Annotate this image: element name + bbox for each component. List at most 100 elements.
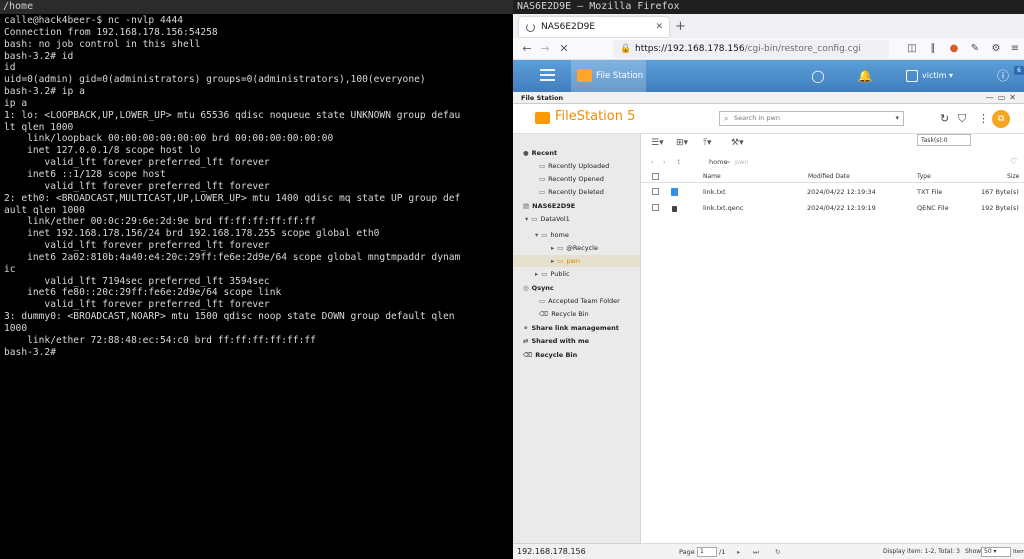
sidebar-item-home[interactable]: ▾ ▭ home [535,229,569,241]
table-row[interactable]: link.txt.qenc 2024/04/22 12:19:19 QENC F… [641,200,1024,216]
favorite-heart-icon[interactable]: ♡ [1010,155,1017,169]
brand-name: FileStation [555,109,623,124]
search-placeholder: Search in pwn [734,114,780,122]
sidebar-item-qsync[interactable]: ◎ Qsync [523,282,554,294]
qsync-icon: ◎ [523,284,529,292]
column-size[interactable]: Size [1007,171,1019,183]
window-controls[interactable]: —▭✕ [986,92,1020,104]
search-icon[interactable]: ◯ [810,68,826,84]
navigation-bar: ← → ✕ 🔒 https://192.168.178.156/cgi-bin/… [513,38,1024,60]
view-mode-icon[interactable]: ☰▾ [651,137,664,149]
column-modified[interactable]: Modified Date [808,171,850,183]
sidebar-item-recently-opened[interactable]: ▭ Recently Opened [539,173,604,185]
search-input[interactable]: ⌕ Search in pwn ▾ [719,111,904,126]
go-up-icon[interactable]: ⮤ [677,155,681,169]
sidebar-item-nas[interactable]: ▤ NAS6E2D9E [523,200,575,212]
next-page-icon[interactable]: ▸ [737,544,740,559]
firefox-account-icon[interactable]: ● [947,42,961,56]
upload-icon[interactable]: ⤒▾ [703,137,712,149]
sidebar-item-share-link[interactable]: ⚭ Share link management [523,322,619,334]
sidebar-item-recent[interactable]: ● Recent [523,147,557,159]
table-row[interactable]: link.txt 2024/04/22 12:19:34 TXT File 16… [641,184,1024,200]
new-folder-icon[interactable]: ⊞▾ [676,137,688,149]
filestation-brand: FileStation 5 [555,109,635,124]
terminal-output[interactable]: calle@hack4beer-$ nc -nvlp 4444 Connecti… [0,14,513,559]
user-menu[interactable]: victim ▾ [906,68,953,84]
row-checkbox[interactable] [652,204,659,211]
background-tasks-icon[interactable]: ⧉ [992,110,1010,128]
sidebar-item-label: Accepted Team Folder [548,297,620,305]
new-tab-button[interactable]: + [675,17,686,37]
folder-icon: ▭ [541,231,548,239]
file-station-toolbar: FileStation 5 ⌕ Search in pwn ▾ ↻ ⛉ ⋮ ⧉ [513,104,1024,134]
pocket-icon[interactable]: ◫ [905,42,919,56]
sidebar-item-recycle[interactable]: ▸ ▭ @Recycle [551,242,598,254]
info-icon[interactable]: ⓘ [995,68,1011,84]
lock-icon[interactable]: 🔒 [620,40,631,58]
breadcrumb-separator: > [725,158,731,166]
tools-icon[interactable]: ⚒▾ [731,137,744,149]
breadcrumb: ‹ › ⮤ home > pwn ♡ [641,155,1024,169]
sidebar-item-shared-with-me[interactable]: ⇄ Shared with me [523,335,589,347]
show-label: Show [965,548,982,555]
items-per-page-value: 50 [984,548,992,555]
sidebar-item-qsync-recycle-bin[interactable]: ⌫ Recycle Bin [539,308,589,320]
more-options-icon[interactable]: ⋮ [978,112,989,126]
sidebar-item-label: Recently Deleted [548,188,604,196]
file-station-window-label: File Station [521,94,564,102]
recent-icon: ● [523,149,529,157]
nav-forward-icon[interactable]: › [663,155,666,169]
url-host: https://192.168.178.156 [635,44,745,54]
main-menu-icon[interactable] [540,69,555,83]
select-all-checkbox[interactable] [652,173,659,180]
sidebar-item-accepted-team-folder[interactable]: ▭ Accepted Team Folder [539,295,620,307]
file-station-app-tab[interactable]: File Station [571,60,646,92]
column-name[interactable]: Name [703,171,721,183]
forward-icon[interactable]: → [537,41,553,57]
file-type: TXT File [917,188,943,196]
sidebar-item-recently-uploaded[interactable]: ▭ Recently Uploaded [539,160,609,172]
sidebar-item-label: Shared with me [531,337,590,345]
page-input[interactable]: 1 [697,547,717,557]
file-name[interactable]: link.txt [703,184,726,200]
sidebar-item-public[interactable]: ▸ ▭ Public [535,268,570,280]
txt-file-icon [671,188,678,196]
page-total: /1 [719,548,726,556]
extensions-icon[interactable]: ✎ [968,42,982,56]
tasks-tooltip: Task(s):0 [917,134,971,146]
browser-tab[interactable]: NAS6E2D9E ✕ [519,17,669,37]
row-checkbox[interactable] [652,188,659,195]
refresh-list-icon[interactable]: ↻ [775,544,780,559]
library-icon[interactable]: ∥ [926,42,940,56]
sidebar-item-recycle-bin[interactable]: ⌫ Recycle Bin [523,349,577,361]
chevron-down-icon[interactable]: ▾ [895,112,899,125]
refresh-icon[interactable]: ↻ [940,112,949,126]
file-type: QENC File [917,204,949,212]
browser-status-url: 192.168.178.156 [513,543,641,559]
file-name[interactable]: link.txt.qenc [703,200,743,216]
shared-icon: ⇄ [523,337,529,345]
back-icon[interactable]: ← [519,41,535,57]
notification-bell-icon[interactable]: 🔔 [857,68,873,84]
downloads-icon[interactable]: ⚙ [989,42,1003,56]
column-type[interactable]: Type [917,171,931,183]
filter-icon[interactable]: ⛉ [958,112,966,126]
sidebar-item-recently-deleted[interactable]: ▭ Recently Deleted [539,186,604,198]
sidebar-item-label: NAS6E2D9E [532,202,576,210]
file-station-statusbar: Page 1 /1 ▸ ⏭ ↻ Display item: 1-2, Total… [641,543,1024,559]
url-bar[interactable]: 🔒 https://192.168.178.156/cgi-bin/restor… [613,40,889,58]
recycle-bin-icon: ⌫ [539,310,549,318]
tab-strip: NAS6E2D9E ✕ + [513,14,1024,38]
nav-back-icon[interactable]: ‹ [651,155,654,169]
last-page-icon[interactable]: ⏭ [753,544,759,559]
sidebar-item-pwn[interactable]: ▸ ▭ pwn [513,255,640,267]
stop-icon[interactable]: ✕ [556,41,572,57]
sidebar-item-label: home [550,231,569,239]
recycle-bin-icon: ⌫ [523,351,533,359]
close-tab-icon[interactable]: ✕ [655,17,663,37]
items-per-page-select[interactable]: 50 ▾ [981,547,1011,557]
items-label: Item(s) [1013,549,1024,555]
terminal-window[interactable]: /home calle@hack4beer-$ nc -nvlp 4444 Co… [0,0,513,559]
menu-icon[interactable]: ≡ [1008,42,1022,56]
sidebar-item-datavol1[interactable]: ▾ ▭ DataVol1 [525,213,570,225]
